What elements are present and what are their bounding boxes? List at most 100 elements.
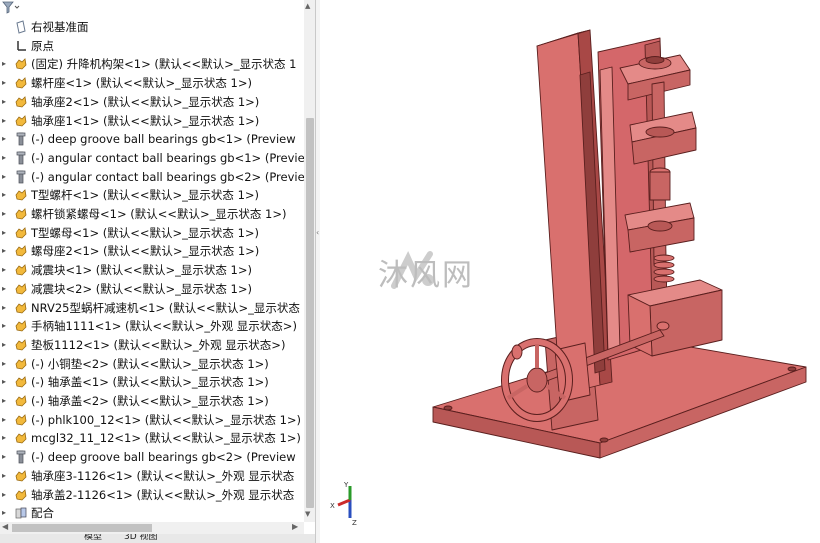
tree-item[interactable]: ▸ T型螺母<1> (默认<<默认>_显示状态 1>) [0,224,305,242]
tree-item[interactable]: ▸ 垫板1112<1> (默认<<默认>_外观 显示状态>) [0,336,305,354]
tree-item[interactable]: ▸ (固定) 升降机构架<1> (默认<<默认>_显示状态 1 [0,55,305,73]
tree-item[interactable]: 原点 [0,37,305,55]
part-icon [14,319,28,333]
tree-item-label: 螺杆锁紧螺母<1> (默认<<默认>_显示状态 1>) [31,207,287,221]
tree-item[interactable]: ▸ 手柄轴1111<1> (默认<<默认>_外观 显示状态>) [0,317,305,335]
coordinate-triad-icon: Y X Z [330,481,357,526]
expand-arrow-icon[interactable]: ▸ [2,130,10,148]
expand-arrow-icon[interactable]: ▸ [2,411,10,429]
expand-arrow-icon[interactable]: ▸ [2,429,10,447]
expand-arrow-icon[interactable]: ▸ [2,280,10,298]
bottom-tab-bar: 模型 3D 视图 [0,534,315,543]
part-icon [14,431,28,445]
tree-item[interactable]: ▸ 轴承座1<1> (默认<<默认>_显示状态 1>) [0,112,305,130]
filter-icon[interactable] [2,1,22,15]
part-icon [14,244,28,258]
tree-item-label: (-) deep groove ball bearings gb<1> (Pre… [31,132,296,147]
tree-item-label: 螺杆座<1> (默认<<默认>_显示状态 1>) [31,76,252,91]
tree-item[interactable]: ▸ 轴承座3-1126<1> (默认<<默认>_外观 显示状态 [0,467,305,485]
expand-arrow-icon[interactable]: ▸ [2,74,10,92]
toolbox-icon [14,132,28,146]
tree-item[interactable]: ▸ T型螺杆<1> (默认<<默认>_显示状态 1>) [0,186,305,204]
tree-item[interactable]: ▸ (-) 轴承盖<1> (默认<<默认>_显示状态 1>) [0,373,305,391]
watermark-text: 沐风网 [378,258,474,293]
scrollbar-thumb-horizontal[interactable] [12,524,152,532]
tree-item[interactable]: ▸ NRV25型蜗杆减速机<1> (默认<<默认>_显示状态 [0,299,305,317]
tree-item[interactable]: ▸ (-) 轴承盖<2> (默认<<默认>_显示状态 1>) [0,392,305,410]
part-icon [14,226,28,240]
tree-item-label: (-) angular contact ball bearings gb<2> … [31,169,305,184]
tab-model[interactable]: 模型 [80,534,106,543]
tree-item[interactable]: ▸ (-) angular contact ball bearings gb<1>… [0,149,305,167]
expand-arrow-icon[interactable]: ▸ [2,186,10,204]
tree-item-label: T型螺母<1> (默认<<默认>_显示状态 1>) [31,225,260,240]
tree-item[interactable]: ▸ 螺杆锁紧螺母<1> (默认<<默认>_显示状态 1>) [0,205,305,223]
tree-item[interactable]: ▸ (-) deep groove ball bearings gb<1> (Pr… [0,130,305,148]
tree-item[interactable]: ▸ (-) 小铜垫<2> (默认<<默认>_显示状态 1>) [0,355,305,373]
tree-item[interactable]: ▸ (-) deep groove ball bearings gb<2> (Pr… [0,448,305,466]
expand-arrow-icon[interactable]: ▸ [2,168,10,186]
expand-arrow-icon[interactable]: ▸ [2,486,10,504]
tree-item-label: T型螺杆<1> (默认<<默认>_显示状态 1>) [31,188,260,203]
tree-item[interactable]: ▸ 减震块<1> (默认<<默认>_显示状态 1>) [0,261,305,279]
tree-item-label: 螺母座2<1> (默认<<默认>_显示状态 1>) [31,244,260,259]
tree-item[interactable]: ▸ 螺杆座<1> (默认<<默认>_显示状态 1>) [0,74,305,92]
expand-arrow-icon[interactable]: ▸ [2,93,10,111]
part-icon [14,488,28,502]
expand-arrow-icon[interactable]: ▸ [2,373,10,391]
part-icon [14,394,28,408]
tree-item-label: 轴承座3-1126<1> (默认<<默认>_外观 显示状态 [31,468,295,483]
tree-item[interactable]: ▸ 减震块<2> (默认<<默认>_显示状态 1>) [0,280,305,298]
expand-arrow-icon[interactable]: ▸ [2,261,10,279]
part-icon [14,188,28,202]
expand-arrow-icon[interactable]: ▸ [2,224,10,242]
expand-arrow-icon[interactable]: ▸ [2,205,10,223]
tab-3d-view[interactable]: 3D 视图 [120,534,162,543]
triad-z-label: Z [352,519,357,526]
tree-item[interactable]: ▸ 螺母座2<1> (默认<<默认>_显示状态 1>) [0,242,305,260]
tree-item[interactable]: 右视基准面 [0,18,305,36]
expand-arrow-icon[interactable]: ▸ [2,336,10,354]
horizontal-scrollbar[interactable]: ◀ ▶ [0,522,304,534]
tree-item[interactable]: ▸ (-) phlk100_12<1> (默认<<默认>_显示状态 1>) [0,411,305,429]
part-icon [14,413,28,427]
part-icon [14,301,28,315]
expand-arrow-icon[interactable]: ▸ [2,448,10,466]
part-icon [14,469,28,483]
part-icon [14,114,28,128]
tree-item-label: mcgl32_11_12<1> (默认<<默认>_显示状态 1>) [31,431,301,446]
tree-item[interactable]: ▸ (-) angular contact ball bearings gb<2>… [0,168,305,186]
expand-arrow-icon[interactable]: ▸ [2,149,10,167]
plane-icon [14,20,28,34]
expand-arrow-icon[interactable]: ▸ [2,242,10,260]
part-icon [14,76,28,90]
tree-item-label: 轴承盖2-1126<1> (默认<<默认>_外观 显示状态 [31,487,295,502]
scroll-right-icon[interactable]: ▶ [292,522,298,531]
tree-item[interactable]: ▸ mcgl32_11_12<1> (默认<<默认>_显示状态 1>) [0,429,305,447]
scroll-up-icon[interactable]: ▲ [305,2,310,10]
toolbox-icon [14,450,28,464]
tree-item-label: (固定) 升降机构架<1> (默认<<默认>_显示状态 1 [31,57,297,72]
triad-y-label: Y [343,481,349,489]
scrollbar-thumb[interactable] [306,118,314,508]
tree-item-label: (-) angular contact ball bearings gb<1> … [31,150,305,165]
vertical-scrollbar[interactable]: ▲ ▼ [304,0,315,522]
tree-item[interactable]: ▸ 配合 [0,504,305,522]
tree-item[interactable]: ▸ 轴承盖2-1126<1> (默认<<默认>_外观 显示状态 [0,486,305,504]
expand-arrow-icon[interactable]: ▸ [2,355,10,373]
part-icon [14,375,28,389]
expand-arrow-icon[interactable]: ▸ [2,317,10,335]
scroll-down-icon[interactable]: ▼ [305,510,310,518]
expand-arrow-icon[interactable]: ▸ [2,55,10,73]
toolbox-icon [14,151,28,165]
expand-arrow-icon[interactable]: ▸ [2,299,10,317]
origin-icon [14,39,28,53]
expand-arrow-icon[interactable]: ▸ [2,392,10,410]
mates-icon [14,506,28,520]
scroll-left-icon[interactable]: ◀ [2,522,8,531]
expand-arrow-icon[interactable]: ▸ [2,467,10,485]
expand-arrow-icon[interactable]: ▸ [2,112,10,130]
tree-item[interactable]: ▸ 轴承座2<1> (默认<<默认>_显示状态 1>) [0,93,305,111]
triad-x-label: X [330,502,335,510]
expand-arrow-icon[interactable]: ▸ [2,504,10,522]
